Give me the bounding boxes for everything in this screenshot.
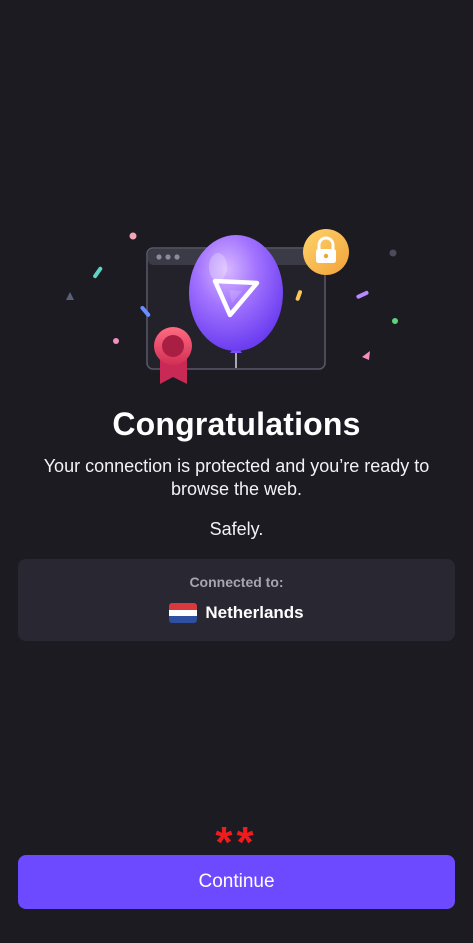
- netherlands-flag-icon: [169, 603, 198, 623]
- tagline: Safely.: [209, 519, 264, 539]
- connection-description: Your connection is protected and you’re …: [43, 456, 430, 499]
- country-name: Netherlands: [205, 603, 304, 622]
- lock-icon: [303, 229, 349, 275]
- award-ribbon-icon: [154, 327, 192, 384]
- continue-button[interactable]: Continue: [18, 855, 455, 909]
- connected-location: Netherlands: [18, 603, 455, 623]
- connection-card: Connected to: Netherlands: [18, 559, 455, 641]
- celebration-illustration: [66, 229, 398, 384]
- connected-to-label: Connected to:: [189, 574, 284, 590]
- page-title: Congratulations: [112, 406, 361, 442]
